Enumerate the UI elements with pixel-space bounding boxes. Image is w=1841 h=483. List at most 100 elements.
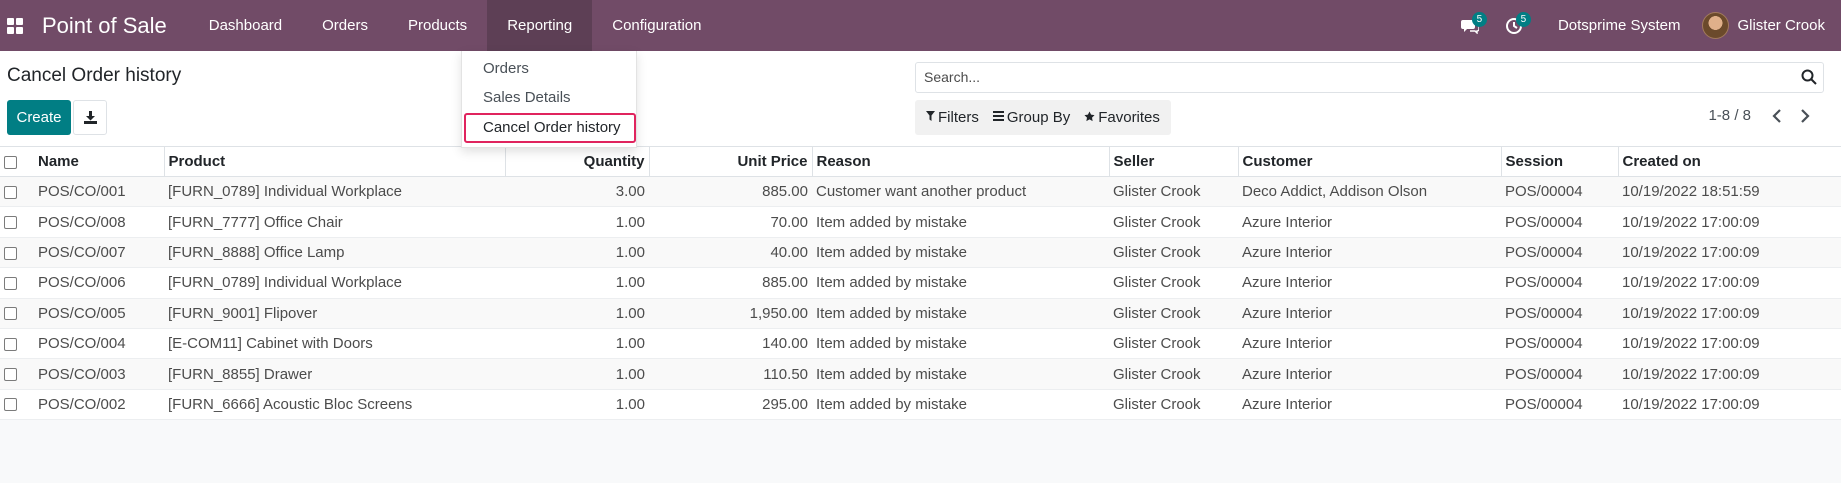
cell-created-on: 10/19/2022 17:00:09	[1618, 298, 1841, 329]
messages-icon[interactable]: 5	[1448, 0, 1492, 51]
top-navbar: Point of Sale Dashboard Orders Products …	[0, 0, 1841, 51]
cell-product: [FURN_8888] Office Lamp	[164, 237, 505, 269]
pager-previous-button[interactable]	[1765, 104, 1789, 128]
cell-quantity: 1.00	[505, 237, 649, 269]
menu-reporting[interactable]: Reporting	[487, 0, 593, 51]
cell-quantity: 1.00	[505, 389, 649, 421]
row-checkbox[interactable]	[0, 298, 34, 329]
cell-session: POS/00004	[1501, 206, 1618, 238]
menu-orders[interactable]: Orders	[302, 0, 388, 51]
pager-value[interactable]: 1-8 / 8	[1708, 107, 1751, 124]
favorites-toggle[interactable]: Favorites	[1077, 109, 1167, 126]
filters-toggle[interactable]: Filters	[919, 109, 986, 126]
cell-unit-price: 140.00	[649, 328, 812, 360]
list-icon	[992, 111, 1004, 124]
search-options-bar: Filters Group By Favorites	[915, 100, 1171, 135]
apps-menu-icon[interactable]	[0, 0, 30, 51]
table-row[interactable]: POS/CO/005 [FURN_9001] Flipover 1.00 1,9…	[0, 298, 1841, 329]
column-header-reason[interactable]: Reason	[811, 146, 1109, 177]
search-icon[interactable]	[1801, 69, 1817, 90]
cell-reason: Item added by mistake	[812, 237, 1109, 269]
cell-name: POS/CO/008	[34, 206, 164, 238]
cell-created-on: 10/19/2022 17:00:09	[1618, 358, 1841, 390]
company-switcher[interactable]: Dotsprime System	[1536, 17, 1703, 34]
menu-products[interactable]: Products	[388, 0, 487, 51]
cell-seller: Glister Crook	[1109, 358, 1238, 390]
create-button[interactable]: Create	[7, 100, 71, 135]
table-row[interactable]: POS/CO/007 [FURN_8888] Office Lamp 1.00 …	[0, 237, 1841, 269]
filter-icon	[926, 111, 935, 124]
group-by-toggle[interactable]: Group By	[986, 109, 1077, 126]
column-header-seller[interactable]: Seller	[1108, 146, 1238, 177]
column-header-unit-price[interactable]: Unit Price	[648, 146, 812, 177]
dropdown-item-cancel-order-history[interactable]: Cancel Order history	[464, 113, 636, 143]
cell-reason: Item added by mistake	[812, 267, 1109, 299]
dropdown-item-sales-details[interactable]: Sales Details	[483, 89, 571, 106]
pager-next-button[interactable]	[1793, 104, 1817, 128]
row-checkbox[interactable]	[0, 206, 34, 238]
table-row[interactable]: POS/CO/008 [FURN_7777] Office Chair 1.00…	[0, 206, 1841, 238]
cell-created-on: 10/19/2022 17:00:09	[1618, 389, 1841, 421]
select-all-checkbox[interactable]	[0, 146, 34, 177]
cell-reason: Item added by mistake	[812, 298, 1109, 329]
cell-customer: Azure Interior	[1238, 358, 1501, 390]
column-header-product[interactable]: Product	[163, 146, 505, 177]
search-input[interactable]	[924, 69, 1784, 85]
cell-session: POS/00004	[1501, 267, 1618, 299]
table-header: Name Product Quantity Unit Price Reason …	[0, 146, 1841, 177]
cell-product: [FURN_0789] Individual Workplace	[164, 267, 505, 299]
row-checkbox[interactable]	[0, 328, 34, 360]
cell-customer: Deco Addict, Addison Olson	[1238, 176, 1501, 208]
column-header-customer[interactable]: Customer	[1237, 146, 1501, 177]
cell-customer: Azure Interior	[1238, 237, 1501, 269]
user-menu[interactable]: Glister Crook	[1702, 12, 1841, 39]
cell-unit-price: 885.00	[649, 176, 812, 208]
table-row[interactable]: POS/CO/006 [FURN_0789] Individual Workpl…	[0, 267, 1841, 299]
app-brand[interactable]: Point of Sale	[42, 13, 167, 39]
reporting-dropdown-menu: Orders Sales Details Cancel Order histor…	[461, 51, 637, 148]
cell-product: [FURN_6666] Acoustic Bloc Screens	[164, 389, 505, 421]
column-header-session[interactable]: Session	[1500, 146, 1618, 177]
table-row[interactable]: POS/CO/004 [E-COM11] Cabinet with Doors …	[0, 328, 1841, 360]
cell-quantity: 1.00	[505, 298, 649, 329]
filters-label: Filters	[938, 109, 979, 126]
export-download-button[interactable]	[73, 100, 107, 135]
cell-seller: Glister Crook	[1109, 389, 1238, 421]
chevron-left-icon	[1772, 109, 1781, 123]
cell-seller: Glister Crook	[1109, 176, 1238, 208]
row-checkbox[interactable]	[0, 267, 34, 299]
cell-reason: Item added by mistake	[812, 358, 1109, 390]
row-checkbox[interactable]	[0, 176, 34, 208]
chevron-right-icon	[1801, 109, 1810, 123]
cell-session: POS/00004	[1501, 389, 1618, 421]
cell-customer: Azure Interior	[1238, 389, 1501, 421]
cell-name: POS/CO/006	[34, 267, 164, 299]
cell-seller: Glister Crook	[1109, 206, 1238, 238]
table-row[interactable]: POS/CO/003 [FURN_8855] Drawer 1.00 110.5…	[0, 358, 1841, 390]
table-row[interactable]: POS/CO/001 [FURN_0789] Individual Workpl…	[0, 176, 1841, 208]
cell-product: [E-COM11] Cabinet with Doors	[164, 328, 505, 360]
cell-product: [FURN_9001] Flipover	[164, 298, 505, 329]
control-panel: Cancel Order history Create Filters Grou…	[0, 51, 1841, 146]
cell-quantity: 3.00	[505, 176, 649, 208]
activities-clock-icon[interactable]: 5	[1492, 0, 1536, 51]
row-checkbox[interactable]	[0, 389, 34, 421]
column-header-name[interactable]: Name	[34, 146, 164, 177]
cell-product: [FURN_7777] Office Chair	[164, 206, 505, 238]
row-checkbox[interactable]	[0, 237, 34, 269]
cell-name: POS/CO/004	[34, 328, 164, 360]
cell-created-on: 10/19/2022 17:00:09	[1618, 206, 1841, 238]
cell-name: POS/CO/001	[34, 176, 164, 208]
menu-dashboard[interactable]: Dashboard	[189, 0, 302, 51]
column-header-quantity[interactable]: Quantity	[504, 146, 649, 177]
cell-unit-price: 110.50	[649, 358, 812, 390]
column-header-created-on[interactable]: Created on	[1617, 146, 1841, 177]
cell-unit-price: 295.00	[649, 389, 812, 421]
dropdown-item-orders[interactable]: Orders	[483, 60, 529, 77]
cell-created-on: 10/19/2022 17:00:09	[1618, 237, 1841, 269]
table-row[interactable]: POS/CO/002 [FURN_6666] Acoustic Bloc Scr…	[0, 389, 1841, 421]
cell-reason: Item added by mistake	[812, 206, 1109, 238]
row-checkbox[interactable]	[0, 358, 34, 390]
cell-customer: Azure Interior	[1238, 267, 1501, 299]
menu-configuration[interactable]: Configuration	[592, 0, 721, 51]
